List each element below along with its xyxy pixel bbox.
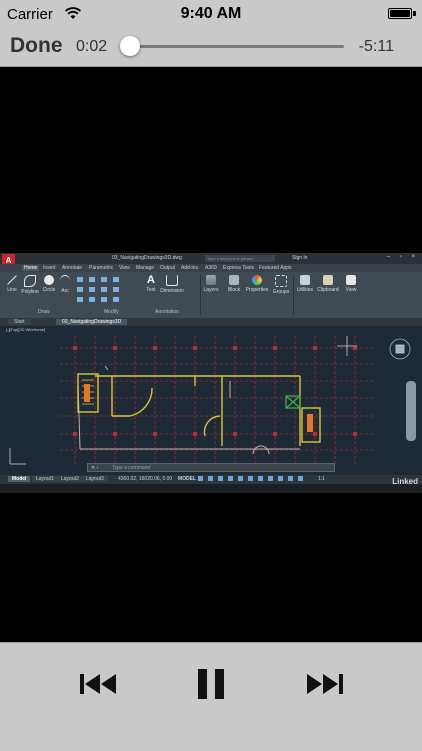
player-controls-bar — [0, 642, 422, 751]
arc-tool: Arc — [58, 275, 72, 294]
modify-tools-icons — [77, 277, 119, 302]
done-button[interactable]: Done — [10, 34, 63, 58]
acad-tab: Annotate — [62, 265, 83, 271]
status-toggle-icons — [198, 476, 303, 481]
acad-file-tabs: Start 03_NavigatingDrawings3D — [0, 318, 422, 326]
battery-icon — [388, 8, 412, 19]
utilities-icon — [300, 275, 310, 285]
acad-tab: Express Tools — [223, 265, 255, 271]
command-input: ✕ › Type a command — [87, 463, 335, 472]
layers-icon — [206, 275, 216, 285]
video-frame[interactable]: A 03_NavigatingDrawings3D.dwg Type a key… — [0, 253, 422, 493]
clock: 9:40 AM — [180, 5, 242, 22]
battery-tip — [413, 11, 416, 16]
layers-tool: Layers — [203, 275, 219, 293]
coordinate-readout: 4360.02, 16020.06, 0.00 — [118, 476, 173, 482]
dimension-tool: Dimension — [160, 275, 184, 294]
arc-icon — [60, 275, 70, 286]
modify-panel-label: Modify — [104, 309, 119, 315]
scrubber-thumb[interactable] — [120, 36, 141, 56]
remaining-time: -5:11 — [358, 38, 394, 55]
skip-back-icon[interactable] — [70, 663, 130, 707]
scrubber-track[interactable] — [120, 36, 344, 56]
layout-tab: Layout2 — [57, 476, 83, 482]
layout-tab-model: Model — [8, 476, 31, 482]
skip-forward-icon[interactable] — [293, 663, 353, 707]
block-tool: Block — [226, 275, 242, 293]
annotation-scale: 1:1 — [318, 476, 325, 482]
acad-ribbon: Line Polyline Circle Arc A Text Dimensio… — [0, 272, 422, 319]
utilities-tool: Utilities — [295, 275, 315, 293]
dimension-icon — [166, 275, 178, 286]
layout-tab: Layout3 — [82, 476, 108, 482]
pause-icon[interactable] — [181, 663, 241, 707]
acad-tab: Featured Apps — [259, 265, 292, 271]
acad-tab: Output — [160, 265, 176, 271]
acad-tab: A360 — [205, 265, 217, 271]
polyline-icon — [24, 275, 36, 287]
acad-sign-in: Sign In — [292, 255, 308, 261]
annotation-panel-label: Annotation — [155, 309, 179, 315]
acad-status-bar: Model Layout1 Layout2 Layout3 4360.02, 1… — [0, 475, 422, 484]
clipboard-tool: Clipboard — [317, 275, 339, 293]
draw-panel-label: Draw — [38, 309, 50, 315]
acad-tab: Manage — [136, 265, 155, 271]
circle-icon — [44, 275, 54, 285]
acad-ribbon-tabs: Home Insert Annotate Parametric View Man… — [0, 264, 422, 272]
acad-tab: Home — [22, 265, 40, 271]
clipboard-icon — [323, 275, 333, 285]
file-tab-drawing: 03_NavigatingDrawings3D — [56, 319, 128, 325]
acad-tab: Add-ins — [181, 265, 198, 271]
close-icon: ✕ › — [91, 465, 99, 471]
status-bar: Carrier 9:40 AM — [0, 0, 422, 28]
circle-tool: Circle — [41, 275, 57, 293]
file-tab-start: Start — [8, 319, 31, 325]
view-icon — [346, 275, 356, 285]
cad-floor-plan — [9, 336, 416, 466]
player-top-bar: Done 0:02 -5:11 — [0, 28, 422, 67]
groups-tool: Groups — [272, 275, 290, 295]
groups-icon — [275, 275, 287, 287]
text-a-icon: A — [147, 274, 155, 286]
block-icon — [229, 275, 239, 285]
acad-tab: Insert — [43, 265, 56, 271]
video-bottom-strip — [0, 484, 422, 493]
acad-title-bar: A 03_NavigatingDrawings3D.dwg Type a key… — [0, 253, 422, 268]
layout-tab: Layout1 — [32, 476, 58, 482]
acad-tab: Parametric — [89, 265, 114, 271]
text-tool: A Text — [146, 274, 156, 294]
elapsed-time: 0:02 — [76, 38, 108, 55]
line-tool: Line — [4, 275, 20, 293]
polyline-tool: Polyline — [20, 275, 40, 295]
acad-window-controls: – ▫ × — [386, 254, 419, 260]
properties-tool: Properties — [245, 275, 269, 293]
properties-icon — [252, 275, 262, 285]
acad-filename: 03_NavigatingDrawings3D.dwg — [112, 255, 182, 261]
acad-tab: View — [119, 265, 130, 271]
view-tool: View — [343, 275, 359, 293]
acad-search-input: Type a keyword or phrase — [205, 255, 275, 262]
line-icon — [7, 275, 17, 285]
model-space-label: MODEL — [178, 476, 197, 482]
